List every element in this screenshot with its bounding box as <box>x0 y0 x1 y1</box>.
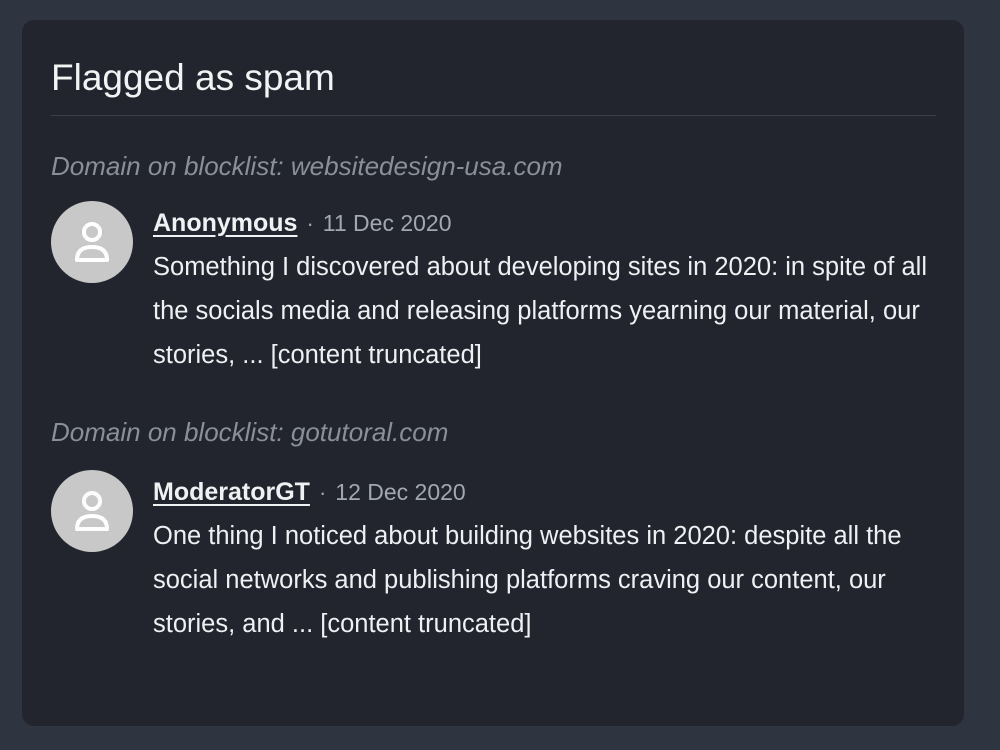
comment-meta: Anonymous · 11 Dec 2020 <box>153 201 936 245</box>
comment-body: Something I discovered about developing … <box>153 253 927 369</box>
author-link[interactable]: Anonymous <box>153 209 297 238</box>
panel-title: Flagged as spam <box>51 20 936 116</box>
comment-body: One thing I noticed about building websi… <box>153 522 902 638</box>
comment-date: 11 Dec 2020 <box>322 210 452 236</box>
comment-meta: ModeratorGT · 12 Dec 2020 <box>153 470 936 514</box>
avatar <box>51 201 133 283</box>
user-icon <box>75 491 109 531</box>
meta-separator: · <box>318 480 327 505</box>
flag-reason: Domain on blocklist: gotutoral.com <box>51 417 449 447</box>
spam-panel: Flagged as spam Domain on blocklist: web… <box>22 20 964 726</box>
flag-reason: Domain on blocklist: websitedesign-usa.c… <box>51 151 563 181</box>
flagged-comment: Anonymous · 11 Dec 2020 Something I disc… <box>51 201 936 377</box>
user-icon <box>75 222 109 262</box>
comment-date: 12 Dec 2020 <box>335 479 466 505</box>
author-link[interactable]: ModeratorGT <box>153 478 310 507</box>
meta-separator: · <box>306 211 314 236</box>
avatar <box>51 470 133 552</box>
flagged-comment: ModeratorGT · 12 Dec 2020 One thing I no… <box>51 470 936 646</box>
